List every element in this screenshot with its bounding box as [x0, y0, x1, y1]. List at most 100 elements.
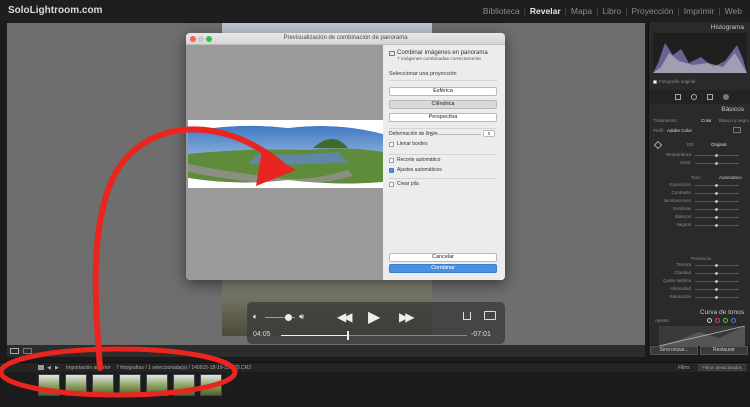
- module-libro[interactable]: Libro: [600, 6, 623, 16]
- play-icon[interactable]: ▶: [368, 307, 380, 327]
- module-revelar[interactable]: Revelar: [528, 6, 563, 16]
- wb-value[interactable]: Original: [711, 142, 727, 147]
- bottom-toolbar: [7, 345, 645, 357]
- slider-knob[interactable]: [715, 154, 718, 157]
- slider-label: Intensidad: [670, 286, 691, 291]
- cancel-button[interactable]: Cancelar: [389, 253, 497, 262]
- slider-label: Matiz: [680, 160, 691, 165]
- slider-row: Quitar neblina: [649, 278, 750, 285]
- volume-knob[interactable]: [284, 314, 292, 321]
- slider-label: Exposición: [669, 182, 691, 187]
- slider-row: Exposición: [649, 182, 750, 189]
- filmstrip-thumbnail[interactable]: [200, 374, 222, 396]
- original-photo-checkbox[interactable]: [653, 80, 657, 84]
- module-imprimir[interactable]: Imprimir: [682, 6, 717, 16]
- speaker-low-icon[interactable]: 🔈︎: [253, 312, 258, 322]
- slider-row: Negros: [649, 222, 750, 229]
- module-web[interactable]: Web: [723, 6, 744, 16]
- slider-knob[interactable]: [715, 264, 718, 267]
- projection-label: Seleccionar una proyección: [389, 71, 457, 77]
- filter-select[interactable]: Filtros desactivados: [698, 364, 746, 371]
- merge-button[interactable]: Combinar: [389, 264, 497, 273]
- forward-arrow-icon[interactable]: ▶: [55, 365, 59, 371]
- picture-in-picture-icon[interactable]: [484, 311, 496, 320]
- projection-spherical-button[interactable]: Esférica: [389, 87, 497, 96]
- tone-curve-graph[interactable]: [659, 326, 745, 346]
- back-arrow-icon[interactable]: ◀: [47, 365, 51, 371]
- projection-perspective-button[interactable]: Perspectiva: [389, 113, 497, 122]
- crop-tool-icon[interactable]: [675, 94, 681, 100]
- slider-knob[interactable]: [715, 184, 718, 187]
- boundary-warp-slider[interactable]: [431, 134, 481, 135]
- profile-browser-icon[interactable]: [733, 127, 741, 133]
- eyedropper-icon[interactable]: [653, 140, 663, 150]
- treatment-color-option[interactable]: Color: [701, 118, 712, 123]
- basic-header[interactable]: Básicos: [721, 106, 744, 113]
- treatment-bw-option[interactable]: Blanco y negro: [719, 118, 749, 123]
- share-icon[interactable]: [463, 312, 471, 320]
- tone-curve-header[interactable]: Curva de tonos: [700, 309, 744, 316]
- slider-knob[interactable]: [715, 296, 718, 299]
- filter-label: Filtro:: [678, 365, 691, 371]
- green-channel-icon[interactable]: [723, 318, 728, 323]
- remaining-time: -07:01: [471, 331, 491, 338]
- profile-value[interactable]: Adobe Color: [667, 128, 692, 133]
- fill-edges-checkbox[interactable]: [389, 142, 394, 147]
- filmstrip-thumbnail[interactable]: [146, 374, 168, 396]
- module-mapa[interactable]: Mapa: [569, 6, 594, 16]
- speaker-high-icon[interactable]: 🔊︎: [299, 312, 304, 322]
- slider-label: Iluminaciones: [663, 198, 691, 203]
- histogram-header[interactable]: Histograma: [711, 24, 744, 31]
- slider-knob[interactable]: [715, 162, 718, 165]
- slider-knob[interactable]: [715, 224, 718, 227]
- loupe-view-icon[interactable]: [10, 348, 19, 354]
- fast-forward-icon[interactable]: ▶▶: [399, 310, 415, 324]
- slider-label: Claridad: [674, 270, 691, 275]
- filmstrip-thumbnail[interactable]: [173, 374, 195, 396]
- dialog-heading: Combinar imágenes en panorama: [397, 50, 488, 56]
- auto-crop-checkbox[interactable]: [389, 158, 394, 163]
- original-photo-label: Fotografía original: [659, 79, 696, 84]
- red-channel-icon[interactable]: [715, 318, 720, 323]
- spot-removal-icon[interactable]: [691, 94, 697, 100]
- boundary-warp-value[interactable]: 0: [483, 130, 495, 137]
- module-biblioteca[interactable]: Biblioteca: [481, 6, 522, 16]
- video-scrubber[interactable]: [281, 335, 467, 336]
- slider-knob[interactable]: [715, 208, 718, 211]
- filmstrip-thumbnail[interactable]: [92, 374, 114, 396]
- slider-knob[interactable]: [715, 280, 718, 283]
- panorama-preview: [186, 45, 383, 280]
- sync-button[interactable]: Sincronizar...: [650, 346, 698, 355]
- compare-view-icon[interactable]: [23, 348, 32, 354]
- filmstrip-header: ◀ ▶ Importación anterior 7 fotografías /…: [0, 362, 750, 372]
- grid-icon[interactable]: [38, 365, 44, 370]
- slider-knob[interactable]: [715, 288, 718, 291]
- boundary-warp-slider-knob[interactable]: [430, 133, 433, 136]
- create-stack-checkbox[interactable]: [389, 182, 394, 187]
- profile-label: Perfil:: [653, 128, 665, 133]
- create-stack-label: Crear pila: [397, 181, 419, 187]
- rgb-channel-icon[interactable]: [707, 318, 712, 323]
- blue-channel-icon[interactable]: [731, 318, 736, 323]
- slider-knob[interactable]: [715, 216, 718, 219]
- reset-button[interactable]: Restaurar: [700, 346, 748, 355]
- auto-settings-checkbox[interactable]: [389, 168, 394, 173]
- video-playhead[interactable]: [346, 331, 349, 340]
- filmstrip-thumbnail[interactable]: [65, 374, 87, 396]
- slider-row: Contraste: [649, 190, 750, 197]
- red-eye-icon[interactable]: [707, 94, 713, 100]
- slider-knob[interactable]: [715, 192, 718, 195]
- presence-label: Presencia: [691, 256, 712, 261]
- slider-knob[interactable]: [715, 200, 718, 203]
- slider-label: Negros: [676, 222, 691, 227]
- brush-tool-icon[interactable]: [723, 94, 729, 100]
- top-bar: SoloLightroom.com Biblioteca | Revelar | Map…: [0, 0, 750, 22]
- filmstrip-thumbnail[interactable]: [38, 374, 60, 396]
- projection-cylindrical-button[interactable]: Cilíndrica: [389, 100, 497, 109]
- tone-label: Tono: [691, 175, 701, 180]
- filmstrip-thumbnail[interactable]: [119, 374, 141, 396]
- module-proyección[interactable]: Proyección: [629, 6, 675, 16]
- auto-tone-button[interactable]: Automático: [719, 175, 742, 180]
- rewind-icon[interactable]: ◀◀: [337, 310, 353, 324]
- slider-knob[interactable]: [715, 272, 718, 275]
